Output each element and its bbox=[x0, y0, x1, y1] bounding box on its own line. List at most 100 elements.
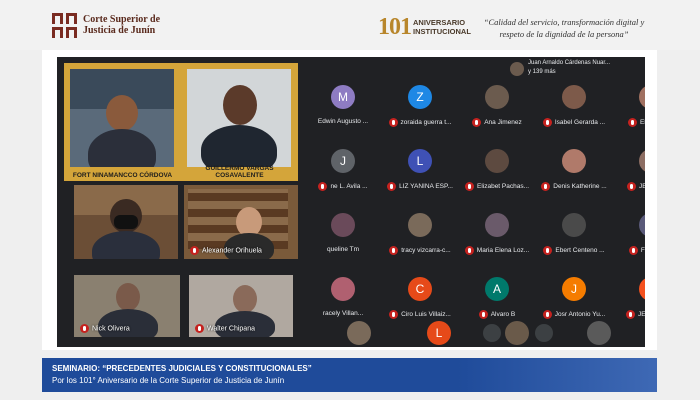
participant-name: Alexander Orihuela bbox=[190, 246, 262, 255]
participant-name-text: LIZ YANINA ESP... bbox=[399, 183, 453, 191]
participant-tile[interactable]: tracy vizcarra-c... bbox=[382, 203, 458, 263]
participant-name-text: Josr Antonio Yu... bbox=[554, 311, 606, 319]
mic-off-icon bbox=[464, 182, 474, 191]
banner-subtitle: Por los 101° Aniversario de la Corte Sup… bbox=[52, 376, 285, 385]
mic-off-icon bbox=[542, 310, 552, 319]
participant-name: JENIS AID... bbox=[613, 182, 645, 191]
mic-off-icon bbox=[388, 118, 398, 127]
mic-off-icon bbox=[389, 310, 399, 319]
avatar: J bbox=[639, 149, 645, 173]
mic-off-icon bbox=[318, 182, 328, 191]
avatar bbox=[639, 85, 645, 109]
participant-tile[interactable]: Maria Elena Loz... bbox=[459, 203, 535, 263]
participant-tile[interactable]: Denis Katherine ... bbox=[536, 139, 612, 199]
participant-tile[interactable]: Zzoraida guerra t... bbox=[382, 75, 458, 135]
participant-name-text: Ana Jimenez bbox=[484, 119, 522, 127]
participant-name: Ebert Centeno ... bbox=[536, 246, 612, 255]
mic-off-icon bbox=[628, 118, 638, 127]
participant-name-text: Ebert Centeno ... bbox=[555, 247, 605, 255]
participant-name-text: Alvaro B bbox=[490, 311, 516, 319]
participant-name: Maria Elena Loz... bbox=[459, 246, 535, 255]
participant-tile[interactable]: M Edwin Augusto ... bbox=[305, 75, 381, 135]
avatar[interactable]: L bbox=[427, 321, 451, 345]
video-tile[interactable]: Alexander Orihuela bbox=[184, 185, 298, 259]
video-tile[interactable]: Nick Olivera bbox=[74, 275, 180, 337]
participant-name: racely Villan... bbox=[305, 310, 381, 317]
participant-name-text: JENIS AID... bbox=[638, 183, 645, 191]
participant-tile[interactable]: J Josr Antonio Yu... bbox=[536, 267, 612, 327]
video-tile[interactable] bbox=[74, 185, 178, 259]
speaker-name-1: FORT NINAMANCCO CÓRDOVA bbox=[72, 172, 173, 179]
avatar bbox=[639, 213, 645, 237]
motto-quote: “Calidad del servicio, transformación di… bbox=[478, 16, 650, 40]
participant-tile[interactable]: Isabel Gerarda ... bbox=[536, 75, 612, 135]
speaker-video-2[interactable] bbox=[187, 69, 291, 167]
participant-tile[interactable]: A Alvaro B bbox=[459, 267, 535, 327]
participant-tile[interactable]: Ebert Centeno ... bbox=[536, 203, 612, 263]
avatar: L bbox=[408, 149, 432, 173]
participant-tile[interactable]: Ana Jimenez bbox=[459, 75, 535, 135]
mic-off-icon bbox=[389, 246, 399, 255]
anniversary-line2: INSTITUCIONAL bbox=[413, 27, 471, 36]
avatar[interactable] bbox=[587, 321, 611, 345]
avatar[interactable] bbox=[505, 321, 529, 345]
speaker-video-1[interactable] bbox=[70, 69, 174, 167]
avatar: Z bbox=[408, 85, 432, 109]
speaker-name-2: GUILLERMO VARGAS COSAVALENTE bbox=[205, 165, 274, 179]
participant-name: Denis Katherine ... bbox=[536, 182, 612, 191]
institution-logo bbox=[52, 13, 77, 38]
institution-name-line2: Justicia de Junín bbox=[83, 25, 156, 36]
participant-name-text: Elizabeth ... bbox=[640, 119, 645, 127]
avatar bbox=[485, 149, 509, 173]
mic-off-icon bbox=[626, 310, 636, 319]
mic-off-icon bbox=[472, 118, 482, 127]
video-tile[interactable]: Walter Chipana bbox=[189, 275, 293, 337]
participant-name: queline Tm bbox=[305, 246, 381, 253]
participant-tile[interactable]: Elizabeth ... bbox=[613, 75, 645, 135]
participant-tile[interactable]: J JESÚS RO... bbox=[613, 267, 645, 327]
mic-off-icon bbox=[195, 324, 204, 333]
participant-tile[interactable]: J JENIS AID... bbox=[613, 139, 645, 199]
participant-tile[interactable]: Jne L. Avila ... bbox=[305, 139, 381, 199]
avatar: J bbox=[331, 149, 355, 173]
anniversary-label: ANIVERSARIO INSTITUCIONAL bbox=[413, 18, 471, 36]
participant-tile[interactable]: queline Tm bbox=[305, 203, 381, 263]
participant-name: Alvaro B bbox=[459, 310, 535, 319]
avatar bbox=[408, 213, 432, 237]
participant-tile[interactable]: Elizabet Pachas... bbox=[459, 139, 535, 199]
participant-name: tracy vizcarra-c... bbox=[382, 246, 458, 255]
participant-name: Ciro Luis Villaiz... bbox=[382, 310, 458, 319]
mic-off-icon bbox=[628, 246, 638, 255]
participant-name: Ana Jimenez bbox=[459, 118, 535, 127]
avatar bbox=[331, 213, 355, 237]
mic-button[interactable] bbox=[483, 324, 501, 342]
participant-tile[interactable]: racely Villan... bbox=[305, 267, 381, 327]
participant-tile[interactable]: Fiorela Li... bbox=[613, 203, 645, 263]
participant-tile[interactable]: L LIZ YANINA ESP... bbox=[382, 139, 458, 199]
speaker-panel: FORT NINAMANCCO CÓRDOVA GUILLERMO VARGAS… bbox=[64, 63, 298, 181]
mic-off-icon bbox=[543, 246, 553, 255]
participant-name-text: zoraida guerra t... bbox=[400, 119, 452, 127]
mic-off-icon bbox=[626, 182, 636, 191]
participant-name-text: Maria Elena Loz... bbox=[476, 247, 530, 255]
institution-name-line1: Corte Superior de bbox=[83, 14, 161, 25]
avatar: J bbox=[562, 277, 586, 301]
mic-off-icon bbox=[542, 118, 552, 127]
participant-name: Elizabet Pachas... bbox=[459, 182, 535, 191]
participant-name-text: Edwin Augusto ... bbox=[317, 118, 369, 125]
participant-name: LIZ YANINA ESP... bbox=[382, 182, 458, 191]
more-options-button[interactable] bbox=[535, 324, 553, 342]
participant-name-text: JESÚS RO... bbox=[638, 311, 645, 319]
participant-name: ne L. Avila ... bbox=[305, 182, 381, 191]
participant-name-text: racely Villan... bbox=[322, 310, 364, 317]
participant-name: Isabel Gerarda ... bbox=[536, 118, 612, 127]
participant-name: JESÚS RO... bbox=[613, 310, 645, 319]
participant-tile[interactable]: C Ciro Luis Villaiz... bbox=[382, 267, 458, 327]
participant-name-text: Denis Katherine ... bbox=[553, 183, 607, 191]
motto-line2: respeto de la dignidad de la persona” bbox=[499, 29, 629, 39]
participant-name: Walter Chipana bbox=[195, 324, 255, 333]
avatar: J bbox=[639, 277, 645, 301]
avatar[interactable] bbox=[347, 321, 371, 345]
banner-stripe bbox=[457, 358, 657, 392]
avatar: M bbox=[331, 85, 355, 109]
